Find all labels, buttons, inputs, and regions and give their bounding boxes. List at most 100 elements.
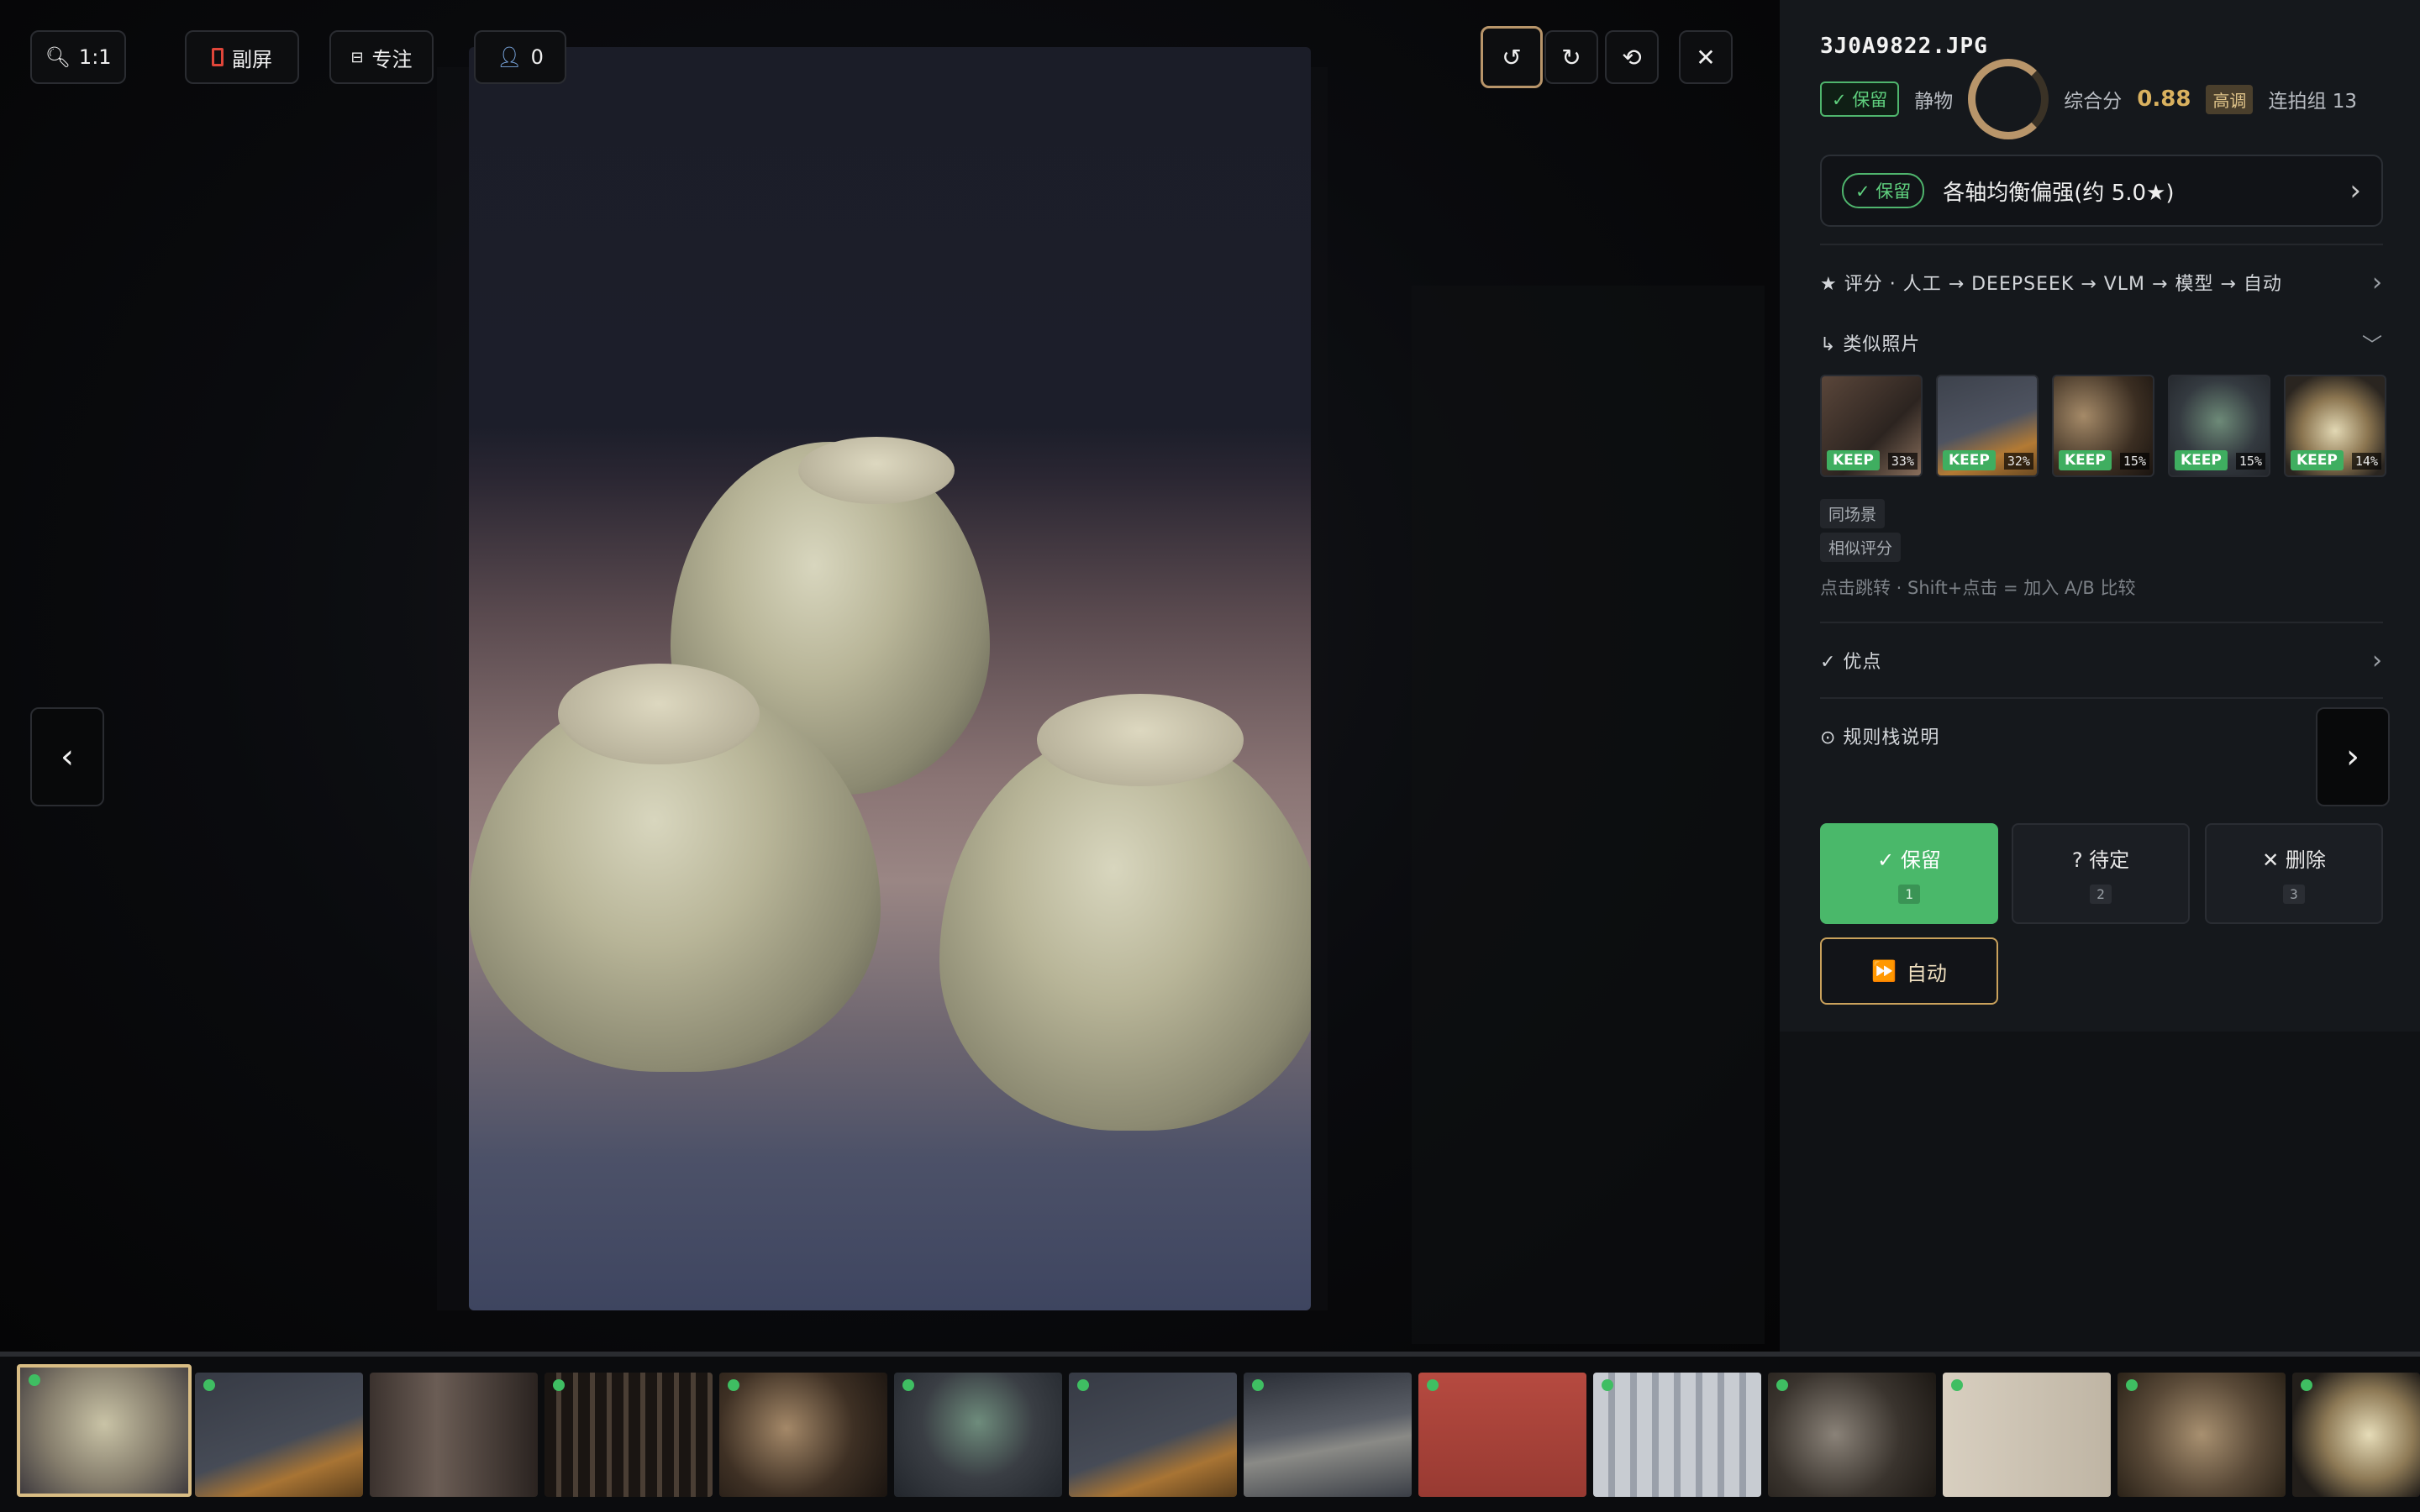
divider	[1820, 622, 2383, 623]
keep-shortcut-key: 1	[1898, 885, 1920, 904]
reset-rotation-button[interactable]: ⟲	[1605, 30, 1659, 84]
file-name: 3J0A9822.JPG	[1820, 34, 1988, 59]
rotate-left-icon: ↺	[1502, 43, 1522, 71]
second-screen-label: 副屏	[232, 47, 272, 71]
similar-thumbnail[interactable]: KEEP 32%	[1936, 375, 2039, 477]
similar-hint: 点击跳转 · Shift+点击 = 加入 A/B 比较	[1820, 578, 2136, 598]
similar-thumbnail[interactable]: KEEP 14%	[2284, 375, 2386, 477]
filmstrip-frame[interactable]	[370, 1373, 538, 1497]
filmstrip-frame[interactable]	[894, 1373, 1062, 1497]
focus-icon: ⊟	[350, 48, 364, 66]
keep-badge: KEEP	[1827, 450, 1880, 470]
filmstrip-frame[interactable]	[1943, 1373, 2111, 1497]
focus-label: 专注	[371, 47, 413, 71]
chevron-right-icon: ›	[2372, 267, 2383, 297]
keep-badge: KEEP	[2175, 450, 2228, 470]
filmstrip-frame[interactable]	[544, 1373, 713, 1497]
similarity-percent: 15%	[2119, 453, 2149, 470]
monitor-icon	[212, 48, 224, 66]
tag-same-scene[interactable]: 同场景	[1820, 499, 1886, 528]
chevron-right-icon: ›	[2372, 645, 2383, 675]
similar-section-header[interactable]: ↳ 类似照片 ﹀	[1820, 328, 2383, 358]
status-dot	[1427, 1379, 1439, 1391]
background-blur	[1412, 286, 1765, 1344]
delete-shortcut-key: 3	[2283, 885, 2305, 904]
rotate-left-button[interactable]: ↺	[1481, 26, 1543, 88]
magnifier-icon: 🔍︎	[45, 45, 71, 69]
keep-badge: KEEP	[2291, 450, 2344, 470]
keep-badge: KEEP	[1943, 450, 1996, 470]
person-icon: 👤︎	[497, 45, 523, 69]
person-count: 0	[530, 45, 544, 69]
pending-shortcut-key: 2	[2090, 885, 2112, 904]
main-photo[interactable]	[469, 47, 1311, 1310]
zoom-button[interactable]: 🔍︎ 1:1	[30, 30, 126, 84]
keep-button-label: ✓ 保留	[1877, 848, 1941, 872]
person-count-button[interactable]: 👤︎ 0	[474, 30, 566, 84]
similarity-percent: 14%	[2351, 453, 2381, 470]
filmstrip-frame[interactable]	[2118, 1373, 2286, 1497]
tag-similar-score[interactable]: 相似评分	[1820, 533, 1902, 562]
status-dot	[1077, 1379, 1089, 1391]
filmstrip-frame-current[interactable]	[17, 1364, 192, 1497]
filmstrip-frame[interactable]	[1069, 1373, 1237, 1497]
chevron-down-icon: ﹀	[2362, 333, 2383, 357]
close-icon: ✕	[1696, 43, 1716, 71]
next-photo-button[interactable]: ›	[2316, 707, 2390, 806]
previous-photo-button[interactable]: ‹	[30, 707, 104, 806]
filmstrip-frame[interactable]	[1418, 1373, 1586, 1497]
status-dot	[1252, 1379, 1264, 1391]
chevron-right-icon: ›	[2349, 174, 2361, 207]
bowl-foot	[798, 437, 955, 504]
keep-button[interactable]: ✓ 保留 1	[1820, 823, 1998, 924]
verdict-card[interactable]: ✓ 保留 各轴均衡偏强(约 5.0★) ›	[1820, 155, 2383, 227]
filmstrip-frame[interactable]	[2292, 1373, 2420, 1497]
tone-badge: 高调	[2206, 84, 2254, 114]
pros-section-header[interactable]: ✓ 优点 ›	[1820, 645, 2383, 675]
similarity-percent: 32%	[2003, 453, 2033, 470]
rotate-right-button[interactable]: ↻	[1544, 30, 1598, 84]
rules-label: ⊙ 规则栈说明	[1820, 727, 1940, 748]
rotate-right-icon: ↻	[1561, 43, 1581, 71]
status-dot	[553, 1379, 565, 1391]
rules-section-header[interactable]: ⊙ 规则栈说明	[1820, 721, 2291, 751]
filmstrip-frame[interactable]	[195, 1373, 363, 1497]
filmstrip-scrollbar[interactable]	[0, 1352, 2420, 1357]
reset-icon: ⟲	[1622, 43, 1642, 71]
similar-thumbnail[interactable]: KEEP 15%	[2052, 375, 2154, 477]
focus-button[interactable]: ⊟ 专注	[329, 30, 434, 84]
similarity-percent: 15%	[2235, 453, 2265, 470]
category-label: 静物	[1914, 91, 1954, 113]
score-label: 综合分	[2064, 91, 2123, 113]
close-button[interactable]: ✕	[1679, 30, 1733, 84]
second-screen-button[interactable]: 副屏	[185, 30, 299, 84]
filmstrip-frame[interactable]	[719, 1373, 887, 1497]
filmstrip-frame[interactable]	[1593, 1373, 1761, 1497]
verdict-text: 各轴均衡偏强(约 5.0★)	[1943, 180, 2175, 206]
status-dot	[1776, 1379, 1788, 1391]
bowl-foot	[1037, 694, 1244, 786]
burst-group-label: 连拍组 13	[2268, 91, 2358, 113]
detail-panel-footer	[1780, 1032, 2420, 1352]
similar-thumbnail[interactable]: KEEP 33%	[1820, 375, 1923, 477]
scoring-section-header[interactable]: ★ 评分 · 人工 → DEEPSEEK → VLM → 模型 → 自动 ›	[1820, 267, 2383, 297]
score-ring-icon	[1968, 59, 2049, 139]
scoring-chain-label: ★ 评分 · 人工 → DEEPSEEK → VLM → 模型 → 自动	[1820, 274, 2282, 295]
status-dot	[728, 1379, 739, 1391]
pending-button[interactable]: ? 待定 2	[2012, 823, 2190, 924]
pending-button-label: ? 待定	[2071, 848, 2130, 872]
filmstrip-frame[interactable]	[1244, 1373, 1412, 1497]
status-dot	[1951, 1379, 1963, 1391]
status-dot	[29, 1374, 40, 1386]
keep-badge: KEEP	[2059, 450, 2112, 470]
verdict-badge: ✓ 保留	[1842, 173, 1925, 208]
score-value: 0.88	[2137, 87, 2191, 112]
similar-thumbnail[interactable]: KEEP 15%	[2168, 375, 2270, 477]
status-dot	[902, 1379, 914, 1391]
auto-button[interactable]: ⏩ 自动	[1820, 937, 1998, 1005]
status-dot	[203, 1379, 215, 1391]
status-dot	[2126, 1379, 2138, 1391]
filmstrip-frame[interactable]	[1768, 1373, 1936, 1497]
delete-button[interactable]: ✕ 删除 3	[2205, 823, 2383, 924]
ceramic-bowl	[939, 727, 1311, 1131]
